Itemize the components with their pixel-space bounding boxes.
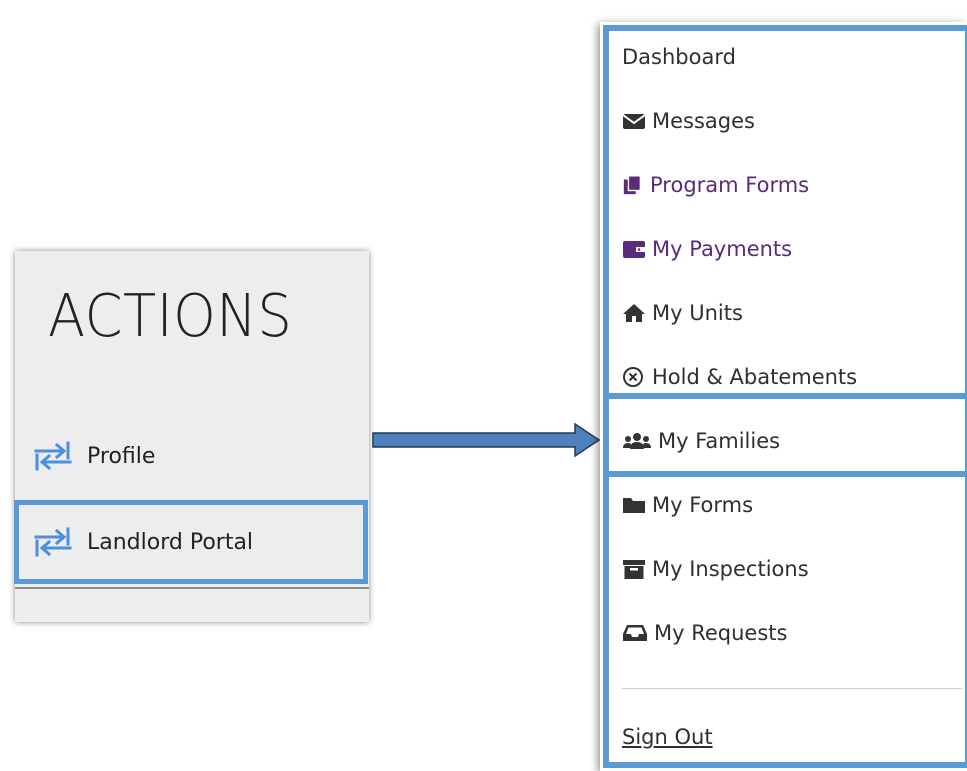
actions-title: ACTIONS (48, 281, 293, 350)
envelope-icon (622, 114, 646, 129)
action-label-landlord-portal: Landlord Portal (87, 529, 254, 555)
actions-divider (15, 587, 369, 589)
nav-item-my-forms[interactable]: My Forms (622, 487, 753, 523)
wallet-icon (623, 241, 645, 258)
archive-icon (623, 560, 645, 579)
circle-x-icon (623, 367, 643, 387)
documents-icon (623, 175, 642, 195)
nav-item-my-units[interactable]: My Units (622, 295, 743, 331)
nav-item-my-payments[interactable]: My Payments (622, 231, 792, 267)
nav-item-dashboard[interactable]: Dashboard (622, 39, 736, 75)
nav-item-label: My Families (658, 429, 781, 453)
nav-item-label: Hold & Abatements (652, 365, 858, 389)
sign-out-link[interactable]: Sign Out (622, 719, 713, 755)
swap-arrows-icon (34, 441, 72, 471)
nav-item-label: My Payments (652, 237, 793, 261)
home-icon (623, 304, 645, 322)
nav-item-label: My Units (652, 301, 743, 325)
action-item-profile[interactable]: Profile (15, 419, 369, 493)
folder-icon (623, 498, 645, 513)
actions-panel: ACTIONS Profile Landlord Portal (14, 251, 369, 622)
action-label-profile: Profile (87, 443, 156, 469)
nav-item-messages[interactable]: Messages (622, 103, 755, 139)
nav-item-my-families[interactable]: My Families (622, 423, 780, 459)
sign-out-label: Sign Out (622, 725, 713, 749)
inbox-icon (623, 625, 647, 641)
nav-menu-frame-top (603, 25, 967, 399)
nav-menu-panel: Dashboard Messages Program Forms My Paym… (600, 22, 967, 771)
nav-item-label: Dashboard (622, 45, 736, 69)
nav-item-my-inspections[interactable]: My Inspections (622, 551, 809, 587)
nav-item-label: My Requests (654, 621, 788, 645)
right-arrow-icon (372, 422, 601, 458)
nav-item-hold-abatements[interactable]: Hold & Abatements (622, 359, 857, 395)
swap-arrows-icon (34, 527, 72, 557)
action-item-landlord-portal[interactable]: Landlord Portal (14, 500, 368, 584)
nav-item-label: My Forms (652, 493, 754, 517)
nav-item-label: Messages (652, 109, 755, 133)
users-icon (623, 433, 651, 449)
nav-item-my-requests[interactable]: My Requests (622, 615, 787, 651)
nav-item-label: My Inspections (652, 557, 809, 581)
nav-item-label: Program Forms (650, 173, 810, 197)
nav-divider (622, 688, 962, 689)
nav-item-program-forms[interactable]: Program Forms (622, 167, 809, 203)
